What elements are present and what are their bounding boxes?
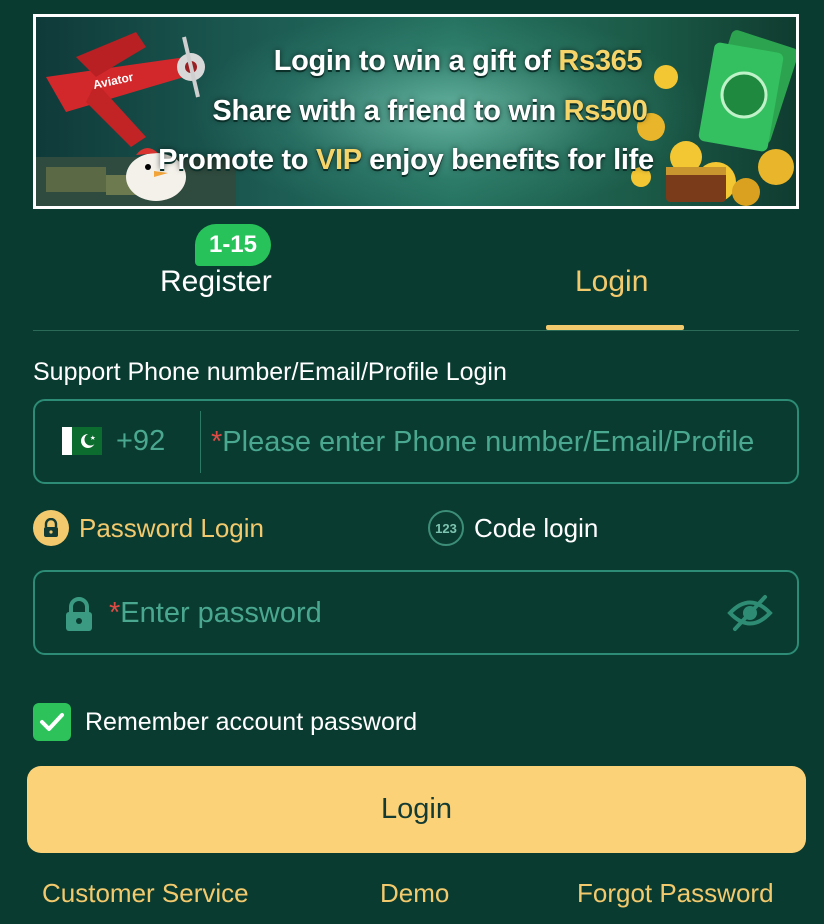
eye-slash-icon[interactable] [727,594,773,632]
banner-line-share: Share with a friend to win Rs500 [212,95,648,127]
numeric-code-icon: 123 [428,510,464,546]
password-placeholder: Enter password [120,597,322,629]
active-tab-indicator [546,325,684,330]
password-login-label: Password Login [79,512,264,543]
tab-register[interactable]: Register [160,265,272,299]
required-marker: * [109,597,121,629]
customer-service-link[interactable]: Customer Service [42,878,249,909]
code-login-toggle[interactable]: 123 Code login [428,510,598,546]
remember-label: Remember account password [85,707,418,736]
lock-icon [66,597,92,631]
login-page: Aviator Login to win a gift of Rs365 Sha… [0,0,824,924]
phone-placeholder: Please enter Phone number/Email/Profile [222,426,755,458]
country-code[interactable]: +92 [116,425,165,458]
check-icon[interactable] [33,703,71,741]
auth-tabs: 1-15 Register Login [33,222,799,331]
password-field[interactable]: *Enter password [33,570,799,655]
demo-link[interactable]: Demo [380,878,449,909]
field-divider [200,411,201,473]
code-login-label: Code login [474,512,599,543]
banner-line-gift: Login to win a gift of Rs365 [273,45,643,77]
login-button[interactable]: Login [27,766,806,853]
password-login-toggle[interactable]: Password Login [33,510,264,546]
remember-password-checkbox[interactable]: Remember account password [33,703,417,741]
support-label: Support Phone number/Email/Profile Login [33,358,507,386]
forgot-password-link[interactable]: Forgot Password [577,878,774,909]
pakistan-flag-icon[interactable] [62,427,102,455]
lock-icon [33,510,69,546]
password-input[interactable]: *Enter password [109,586,322,640]
tab-login[interactable]: Login [575,265,648,299]
phone-input[interactable]: *Please enter Phone number/Email/Profile [211,415,791,469]
required-marker: * [211,426,223,458]
promo-banner[interactable]: Aviator Login to win a gift of Rs365 Sha… [33,14,799,209]
banner-line-vip: Promote to VIP enjoy benefits for life [158,144,654,176]
phone-field[interactable]: +92 *Please enter Phone number/Email/Pro… [33,399,799,484]
register-badge: 1-15 [195,224,271,266]
